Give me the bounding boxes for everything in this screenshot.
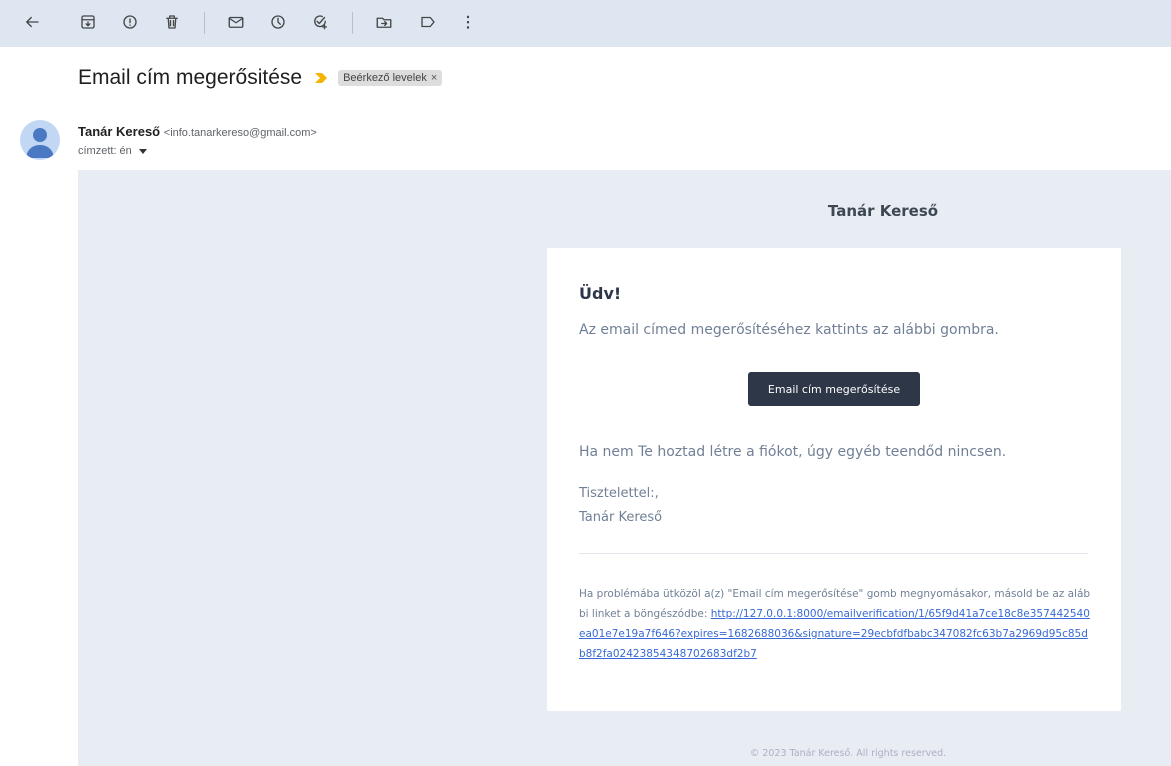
add-to-tasks-icon[interactable] [308,10,332,34]
remove-label-icon[interactable]: × [431,72,437,84]
sender-email: <info.tanarkereso@gmail.com> [163,127,317,139]
avatar[interactable] [20,120,60,160]
inbox-label-text: Beérkező levelek [343,72,427,84]
subject-row: Email cím megerősitése Beérkező levelek … [78,66,443,90]
toolbar-separator [204,12,205,34]
inbox-label-chip: Beérkező levelek × [338,70,443,86]
email-body: Tanár Kereső Üdv! Az email címed megerős… [78,170,1171,766]
verify-email-button[interactable]: Email cím megerősítése [748,372,920,406]
salutation: Tisztelettel:, [579,486,659,501]
snooze-icon[interactable] [266,10,290,34]
email-card: Üdv! Az email címed megerősítéséhez katt… [547,248,1121,711]
email-subject: Email cím megerősitése [78,66,303,89]
recipient-details[interactable]: címzett: én [78,145,147,157]
intro-text: Az email címed megerősítéséhez kattints … [579,322,999,338]
back-arrow-icon[interactable] [20,10,44,34]
report-spam-icon[interactable] [118,10,142,34]
sender-name[interactable]: Tanár Kereső [78,124,160,139]
signature: Tanár Kereső [579,510,663,525]
mark-unread-icon[interactable] [224,10,248,34]
recipient-text: címzett: én [78,145,132,157]
delete-icon[interactable] [160,10,184,34]
email-brand-header: Tanár Kereső [827,202,939,220]
chevron-down-icon[interactable] [138,148,147,154]
divider [579,553,1088,554]
label-icon[interactable] [416,10,440,34]
sender-info: Tanár Kereső <info.tanarkereso@gmail.com… [78,124,317,139]
archive-icon[interactable] [76,10,100,34]
toolbar-separator [352,12,353,34]
move-to-icon[interactable] [372,10,396,34]
outro-text: Ha nem Te hoztad létre a fiókot, úgy egy… [579,444,1007,460]
toolbar [0,0,1171,47]
importance-marker-icon[interactable] [314,72,328,84]
subcopy: Ha problémába ütközöl a(z) "Email cím me… [579,584,1091,664]
more-options-icon[interactable] [456,10,480,34]
email-footer: © 2023 Tanár Kereső. All rights reserved… [749,748,947,759]
greeting: Üdv! [579,284,622,303]
